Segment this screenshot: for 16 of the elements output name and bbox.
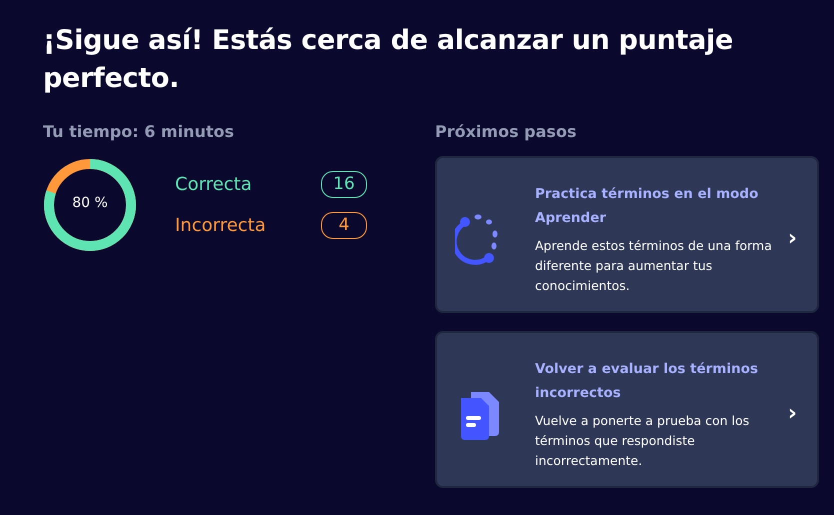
- step-title: Practica términos en el modo Aprender: [535, 184, 760, 228]
- next-step-card[interactable]: Practica términos en el modo Aprender Aprende estos términos de una forma diferente para aumentar tus conocimientos. ›: [435, 156, 819, 313]
- count-badge: 4: [321, 212, 367, 239]
- stat-label: Correcta: [175, 174, 252, 195]
- stat-label: Incorrecta: [175, 215, 266, 236]
- step-description: Aprende estos términos de una forma diferente para aumentar tus conocimientos.: [535, 236, 773, 294]
- step-title: Volver a evaluar los términos incorrectos: [535, 360, 760, 402]
- score-percent: 80 %: [71, 195, 109, 211]
- time-label: Tu tiempo: 6 minutos: [43, 122, 235, 142]
- result-heading: ¡Sigue así! Estás cerca de alcanzar un puntaje perfecto.: [43, 24, 734, 96]
- chevron-icon: ›: [788, 401, 797, 426]
- count-badge: 16: [321, 171, 367, 198]
- step-description: Vuelve a ponerte a prueba con los términos que respondiste incorrectamente.: [535, 412, 750, 470]
- chevron-icon: ›: [788, 226, 797, 251]
- next-step-card[interactable]: Volver a evaluar los términos incorrectos Vuelve a ponerte a prueba con los términos que respondiste incorrectamente. ›: [435, 331, 819, 488]
- section-title: Próximos pasos: [435, 122, 578, 142]
